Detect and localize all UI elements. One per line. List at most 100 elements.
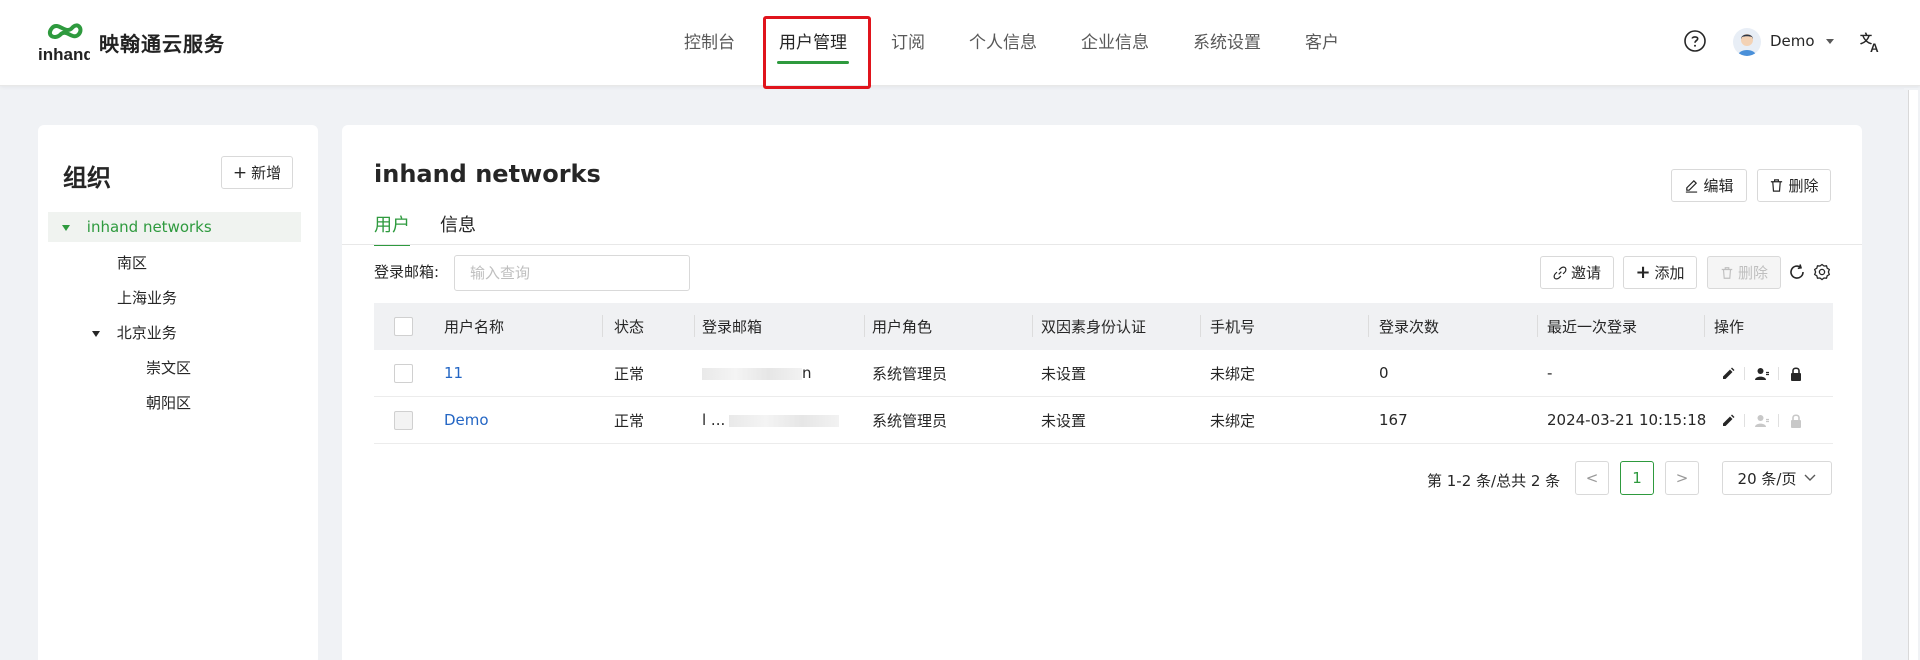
action-divider xyxy=(1778,367,1779,380)
select-all-checkbox[interactable] xyxy=(394,317,413,336)
nav-system-settings[interactable]: 系统设置 xyxy=(1171,0,1283,86)
page-size-select[interactable]: 20 条/页 xyxy=(1722,461,1832,495)
remove-users-button[interactable]: 删除 xyxy=(1707,256,1781,289)
user-email-text: l ... xyxy=(702,411,726,429)
nav-dashboard[interactable]: 控制台 xyxy=(662,0,757,86)
tree-item-chongwen[interactable]: 崇文区 xyxy=(146,353,191,383)
plus-icon: + xyxy=(1635,262,1651,283)
user-role: 系统管理员 xyxy=(872,364,948,383)
col-actions: 操作 xyxy=(1714,318,1745,336)
tab-info[interactable]: 信息 xyxy=(440,211,476,243)
table-header: 用户名称 状态 登录邮箱 用户角色 双因素身份认证 手机号 登录次数 最近一次登… xyxy=(374,303,1833,350)
action-divider xyxy=(1744,414,1745,427)
user-login-count: 167 xyxy=(1379,411,1408,429)
nav-enterprise-info[interactable]: 企业信息 xyxy=(1059,0,1171,86)
user-two-factor: 未设置 xyxy=(1041,364,1087,383)
table-row: 11 正常 n 系统管理员 未设置 未绑定 0 - xyxy=(374,350,1833,397)
lock-icon[interactable] xyxy=(1788,366,1804,382)
settings-icon[interactable] xyxy=(1813,263,1831,281)
tab-divider xyxy=(342,244,1862,245)
caret-down-icon[interactable] xyxy=(62,224,70,231)
prev-page-button[interactable]: < xyxy=(1575,461,1609,495)
email-search-input[interactable] xyxy=(454,255,690,291)
svg-text:A: A xyxy=(1870,41,1879,54)
invite-button[interactable]: 邀请 xyxy=(1540,256,1614,289)
invite-label: 邀请 xyxy=(1570,264,1601,282)
top-header: inhand 映翰通云服务 控制台 用户管理 订阅 个人信息 企业信息 系统设置… xyxy=(0,0,1920,89)
user-email: l ... xyxy=(702,411,860,429)
tab-bar: 用户 信息 xyxy=(374,211,476,246)
avatar-person-icon xyxy=(1738,34,1756,56)
tree-item-inhand-networks[interactable]: inhand networks xyxy=(48,212,301,242)
new-org-label: 新增 xyxy=(251,164,282,182)
email-filter-label: 登录邮箱: xyxy=(374,263,440,281)
translate-icon[interactable]: 文 A xyxy=(1859,30,1883,54)
next-page-button[interactable]: > xyxy=(1665,461,1699,495)
assign-role-icon[interactable] xyxy=(1754,366,1770,382)
inhand-logo[interactable]: inhand xyxy=(38,22,90,66)
user-name-link[interactable]: Demo xyxy=(444,411,489,429)
org-title: 组织 xyxy=(63,164,111,192)
chevron-left-icon: < xyxy=(1585,469,1599,487)
page-size-value: 20 条/页 xyxy=(1737,469,1797,488)
delete-button[interactable]: 删除 xyxy=(1757,169,1831,202)
column-divider xyxy=(1368,315,1369,337)
col-role: 用户角色 xyxy=(872,318,933,336)
link-icon xyxy=(1553,266,1567,279)
col-last-login: 最近一次登录 xyxy=(1547,318,1638,336)
user-avatar[interactable] xyxy=(1733,28,1761,56)
row-checkbox[interactable] xyxy=(394,364,413,383)
user-email-text: n xyxy=(802,364,812,382)
page-title: inhand networks xyxy=(374,160,601,188)
nav-personal-info[interactable]: 个人信息 xyxy=(947,0,1059,86)
nav-subscription[interactable]: 订阅 xyxy=(869,0,947,86)
tree-item-chaoyang[interactable]: 朝阳区 xyxy=(146,388,191,418)
user-phone: 未绑定 xyxy=(1210,411,1256,430)
svg-text:inhand: inhand xyxy=(38,45,90,64)
highlight-annotation-box xyxy=(763,16,871,89)
user-last-login: 2024-03-21 10:15:18 xyxy=(1547,411,1707,429)
users-table: 用户名称 状态 登录邮箱 用户角色 双因素身份认证 手机号 登录次数 最近一次登… xyxy=(374,303,1833,444)
new-org-button[interactable]: + 新增 xyxy=(221,156,293,189)
plus-icon: + xyxy=(232,162,248,183)
tree-item-shanghai[interactable]: 上海业务 xyxy=(117,283,177,313)
redacted-email-blur xyxy=(729,414,840,427)
chevron-down-icon xyxy=(1804,474,1816,481)
col-username: 用户名称 xyxy=(444,318,505,336)
brand-name: 映翰通云服务 xyxy=(99,32,225,56)
page-1-button[interactable]: 1 xyxy=(1620,461,1654,495)
row-checkbox[interactable] xyxy=(394,411,413,430)
column-divider xyxy=(1200,315,1201,337)
tree-item-beijing[interactable]: 北京业务 xyxy=(92,318,177,348)
nav-customers[interactable]: 客户 xyxy=(1283,0,1361,86)
user-name-link[interactable]: 11 xyxy=(444,364,463,382)
page-scrollbar[interactable] xyxy=(1908,90,1918,660)
user-email: n xyxy=(702,364,860,382)
redacted-email-blur xyxy=(702,367,802,380)
col-login-count: 登录次数 xyxy=(1379,318,1440,336)
pagination-total: 第 1-2 条/总共 2 条 xyxy=(1427,472,1561,490)
trash-icon xyxy=(1771,179,1783,192)
edit-button[interactable]: 编辑 xyxy=(1671,169,1747,202)
edit-icon[interactable] xyxy=(1720,413,1736,429)
edit-label: 编辑 xyxy=(1703,177,1734,195)
user-phone: 未绑定 xyxy=(1210,364,1256,383)
user-last-login: - xyxy=(1547,364,1553,382)
column-divider xyxy=(694,315,695,337)
chevron-down-icon[interactable] xyxy=(1826,39,1834,44)
tree-item-label: inhand networks xyxy=(86,218,212,236)
tab-users[interactable]: 用户 xyxy=(374,211,410,246)
main-content: inhand networks 编辑 删除 用户 信息 登录邮箱: 邀请 + 添… xyxy=(342,125,1862,660)
add-user-button[interactable]: + 添加 xyxy=(1623,256,1697,289)
tree-item-south[interactable]: 南区 xyxy=(117,248,147,278)
lock-icon xyxy=(1791,414,1801,428)
help-icon[interactable] xyxy=(1683,29,1707,53)
table-row: Demo 正常 l ... 系统管理员 未设置 未绑定 167 2024-03-… xyxy=(374,397,1833,444)
edit-icon[interactable] xyxy=(1720,366,1736,382)
user-name[interactable]: Demo xyxy=(1770,32,1815,50)
column-divider xyxy=(1032,315,1033,337)
trash-icon xyxy=(1721,266,1733,279)
caret-down-icon[interactable] xyxy=(92,330,100,337)
delete-label: 删除 xyxy=(1788,177,1819,195)
refresh-icon[interactable] xyxy=(1788,263,1806,281)
